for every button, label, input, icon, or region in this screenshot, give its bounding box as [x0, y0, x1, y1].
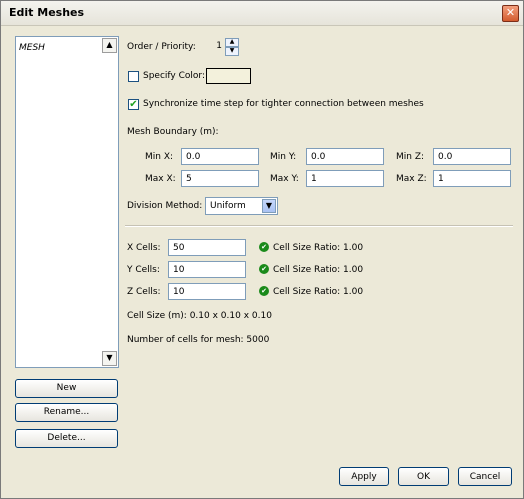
window-title: Edit Meshes [9, 6, 85, 19]
division-method-value: Uniform [210, 201, 246, 211]
y-cells-field[interactable]: 10 [168, 261, 246, 278]
division-method-select[interactable]: Uniform ▼ [205, 197, 278, 215]
min-z-label: Min Z: [396, 152, 425, 162]
max-x-label: Max X: [145, 174, 176, 184]
check-circle-icon: ✔ [259, 242, 269, 252]
title-bar: Edit Meshes ✕ [1, 1, 523, 26]
min-x-label: Min X: [145, 152, 174, 162]
color-swatch[interactable] [206, 68, 251, 84]
division-method-label: Division Method: [127, 201, 203, 211]
check-circle-icon: ✔ [259, 264, 269, 274]
spin-up-icon[interactable]: ▲ [225, 38, 239, 47]
order-label: Order / Priority: [127, 42, 196, 52]
close-icon[interactable]: ✕ [502, 5, 519, 22]
cell-count-text: Number of cells for mesh: 5000 [127, 335, 270, 345]
x-cells-field[interactable]: 50 [168, 239, 246, 256]
z-cells-field[interactable]: 10 [168, 283, 246, 300]
edit-meshes-dialog: Edit Meshes ✕ MESH ▲ ▼ New Rename... Del… [0, 0, 524, 499]
chevron-down-icon[interactable]: ▼ [262, 199, 276, 213]
scroll-up-icon[interactable]: ▲ [102, 38, 117, 53]
max-y-field[interactable]: 1 [306, 170, 384, 187]
max-y-label: Max Y: [270, 174, 299, 184]
scroll-down-icon[interactable]: ▼ [102, 351, 117, 366]
sync-checkbox[interactable]: ✔ [128, 99, 139, 110]
sync-label: Synchronize time step for tighter connec… [143, 99, 424, 109]
delete-button[interactable]: Delete... [15, 429, 118, 448]
ok-button[interactable]: OK [398, 467, 449, 486]
mesh-list[interactable]: MESH ▲ ▼ [15, 36, 119, 368]
z-cells-label: Z Cells: [127, 287, 161, 297]
x-cell-ratio: Cell Size Ratio: 1.00 [273, 243, 364, 253]
order-input[interactable]: 1 [204, 38, 225, 55]
min-x-field[interactable]: 0.0 [181, 148, 259, 165]
y-cell-ratio: Cell Size Ratio: 1.00 [273, 265, 364, 275]
check-circle-icon: ✔ [259, 286, 269, 296]
rename-button[interactable]: Rename... [15, 403, 118, 422]
order-stepper[interactable]: ▲ ▼ [225, 38, 239, 56]
min-z-field[interactable]: 0.0 [433, 148, 511, 165]
specify-color-label: Specify Color: [143, 71, 205, 81]
max-z-field[interactable]: 1 [433, 170, 511, 187]
new-button[interactable]: New [15, 379, 118, 398]
max-x-field[interactable]: 5 [181, 170, 259, 187]
min-y-field[interactable]: 0.0 [306, 148, 384, 165]
x-cells-label: X Cells: [127, 243, 161, 253]
z-cell-ratio: Cell Size Ratio: 1.00 [273, 287, 364, 297]
min-y-label: Min Y: [270, 152, 297, 162]
apply-button[interactable]: Apply [339, 467, 389, 486]
cancel-button[interactable]: Cancel [458, 467, 512, 486]
mesh-boundary-label: Mesh Boundary (m): [127, 127, 219, 137]
specify-color-checkbox[interactable] [128, 71, 139, 82]
list-item[interactable]: MESH [19, 43, 45, 53]
y-cells-label: Y Cells: [127, 265, 160, 275]
divider [125, 225, 513, 227]
cell-size-text: Cell Size (m): 0.10 x 0.10 x 0.10 [127, 311, 272, 321]
max-z-label: Max Z: [396, 174, 427, 184]
spin-down-icon[interactable]: ▼ [225, 47, 239, 56]
